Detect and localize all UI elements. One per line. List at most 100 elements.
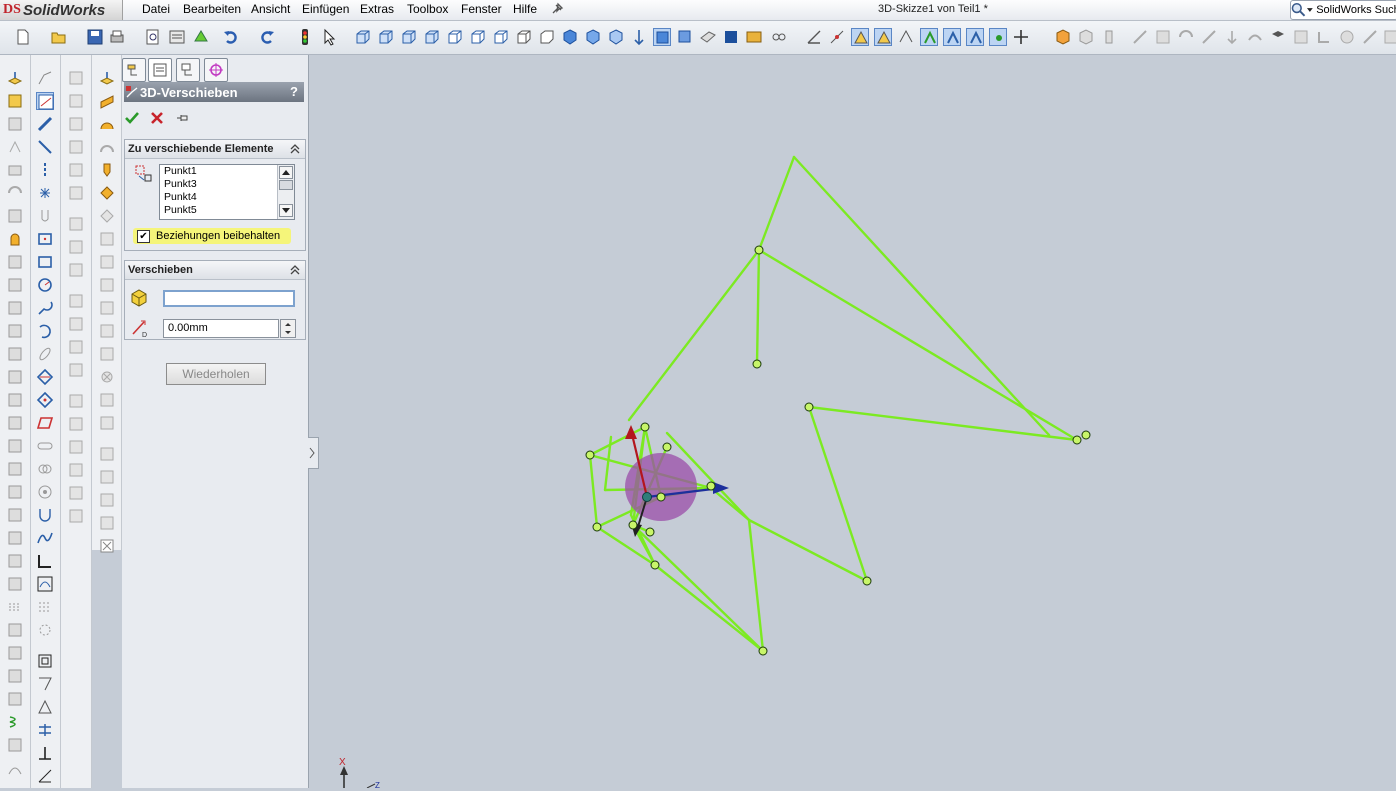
welded-corner-icon[interactable]: [98, 299, 116, 317]
undo-icon[interactable]: [222, 28, 240, 46]
display-edges-icon[interactable]: [584, 28, 602, 46]
menu-toolbox[interactable]: Toolbox: [407, 2, 448, 16]
keep-relations-checkbox[interactable]: ✔ Beziehungen beibehalten: [133, 228, 291, 244]
feature-chamfer-icon[interactable]: [1154, 28, 1172, 46]
fit-spline-icon[interactable]: [36, 575, 54, 593]
feature-dome-icon[interactable]: [1223, 28, 1241, 46]
ellipse-icon[interactable]: [36, 345, 54, 363]
sheet-metal-icon[interactable]: [98, 184, 116, 202]
offset-entities-icon[interactable]: [36, 483, 54, 501]
combine-icon[interactable]: [6, 483, 24, 501]
menu-extras[interactable]: Extras: [360, 2, 394, 16]
scroll-thumb[interactable]: [279, 180, 293, 190]
menu-fenster[interactable]: Fenster: [461, 2, 502, 16]
view-back-icon[interactable]: [377, 28, 395, 46]
menu-datei[interactable]: Datei: [142, 2, 170, 16]
elements-group-header[interactable]: Zu verschiebende Elemente: [125, 140, 305, 159]
save-icon[interactable]: [86, 28, 104, 46]
break-corner-icon[interactable]: [98, 322, 116, 340]
open-icon[interactable]: [50, 28, 68, 46]
redo-icon[interactable]: [258, 28, 276, 46]
rapid-sketch-icon[interactable]: [36, 675, 54, 693]
surface-replace-icon[interactable]: [67, 461, 85, 479]
close-strip-icon[interactable]: [98, 537, 116, 555]
select-icon[interactable]: [320, 28, 338, 46]
distance-input[interactable]: 0.00mm: [163, 319, 279, 338]
indent-icon[interactable]: [6, 575, 24, 593]
surface-offset-icon[interactable]: [67, 215, 85, 233]
view-iso-icon[interactable]: [492, 28, 510, 46]
feature-draft-icon[interactable]: [1177, 28, 1195, 46]
view-trimetric-icon[interactable]: [515, 28, 533, 46]
perpendicular-icon[interactable]: [36, 744, 54, 762]
surface-delete-icon[interactable]: [67, 438, 85, 456]
delete-face-icon[interactable]: [6, 552, 24, 570]
ok-check-icon[interactable]: [124, 110, 140, 126]
menu-einfuegen[interactable]: Einfügen: [302, 2, 349, 16]
selected-region[interactable]: [625, 453, 697, 521]
circle-icon[interactable]: [36, 276, 54, 294]
arc-icon[interactable]: [36, 322, 54, 340]
cancel-x-icon[interactable]: [149, 110, 165, 126]
feature-manager-icon[interactable]: [122, 58, 146, 82]
search-input[interactable]: SolidWorks Such: [1316, 4, 1396, 16]
smart-dimension-side-icon[interactable]: [36, 115, 54, 133]
boundary-icon[interactable]: [6, 161, 24, 179]
search-box[interactable]: SolidWorks Such: [1290, 0, 1396, 20]
sketch-canvas[interactable]: X Z: [309, 55, 1396, 790]
feature-wrap-icon[interactable]: [1200, 28, 1218, 46]
center-rectangle-icon[interactable]: [36, 230, 54, 248]
pin-menu-icon[interactable]: [550, 2, 564, 16]
sketch-points[interactable]: [585, 245, 1091, 656]
convert-entities-icon[interactable]: [36, 460, 54, 478]
split-icon[interactable]: [6, 460, 24, 478]
move-group-header[interactable]: Verschieben: [125, 261, 305, 280]
point-icon[interactable]: [36, 184, 54, 202]
collapse-chevron-icon[interactable]: [289, 141, 301, 155]
intersect-icon[interactable]: [6, 506, 24, 524]
rectangle-icon[interactable]: [36, 253, 54, 271]
display-relations-icon[interactable]: [36, 698, 54, 716]
dome-icon[interactable]: [6, 414, 24, 432]
extrude-boss-icon[interactable]: [6, 69, 24, 87]
shell-icon[interactable]: [6, 322, 24, 340]
list-item[interactable]: Punkt5: [160, 204, 294, 217]
fold-icon[interactable]: [98, 414, 116, 432]
surface-planar-icon[interactable]: [67, 184, 85, 202]
menu-ansicht[interactable]: Ansicht: [251, 2, 290, 16]
property-manager-icon[interactable]: [148, 58, 172, 82]
render-icon[interactable]: [745, 28, 763, 46]
feature-flex-icon[interactable]: [1246, 28, 1264, 46]
sketch-pattern-icon[interactable]: [36, 598, 54, 616]
flex-icon[interactable]: [6, 437, 24, 455]
draft-icon[interactable]: [6, 299, 24, 317]
sketch-lines[interactable]: [588, 155, 1079, 653]
add-relation-icon[interactable]: [36, 721, 54, 739]
origin-icon[interactable]: [1012, 28, 1030, 46]
relations-icon[interactable]: [851, 28, 869, 46]
closed-corner-icon[interactable]: [98, 276, 116, 294]
sketch-icon[interactable]: [36, 69, 54, 87]
scroll-down-icon[interactable]: [279, 204, 293, 217]
forming-tool-icon[interactable]: [98, 345, 116, 363]
lofted-bend-icon[interactable]: [98, 161, 116, 179]
smart-dimension-icon[interactable]: [828, 28, 846, 46]
dim-xpert-icon[interactable]: [204, 58, 228, 82]
plane-xy-icon[interactable]: [920, 28, 938, 46]
parallelogram-icon[interactable]: [36, 414, 54, 432]
centerline-icon[interactable]: [36, 161, 54, 179]
unfold-icon[interactable]: [98, 391, 116, 409]
mirror-icon[interactable]: [6, 345, 24, 363]
cut-extrude-icon[interactable]: [6, 184, 24, 202]
3d-sketch-icon[interactable]: [36, 92, 54, 110]
tangent-arc-icon[interactable]: [36, 299, 54, 317]
hole-wizard-icon[interactable]: [6, 368, 24, 386]
list-item[interactable]: Punkt3: [160, 178, 294, 191]
surface-trim-icon[interactable]: [67, 338, 85, 356]
pushpin-icon[interactable]: [175, 110, 191, 126]
surface-cut-icon[interactable]: [67, 484, 85, 502]
list-item[interactable]: Punkt4: [160, 191, 294, 204]
view-dimetric-icon[interactable]: [538, 28, 556, 46]
collapse-chevron-icon[interactable]: [289, 262, 301, 276]
repeat-button[interactable]: Wiederholen: [166, 363, 266, 385]
